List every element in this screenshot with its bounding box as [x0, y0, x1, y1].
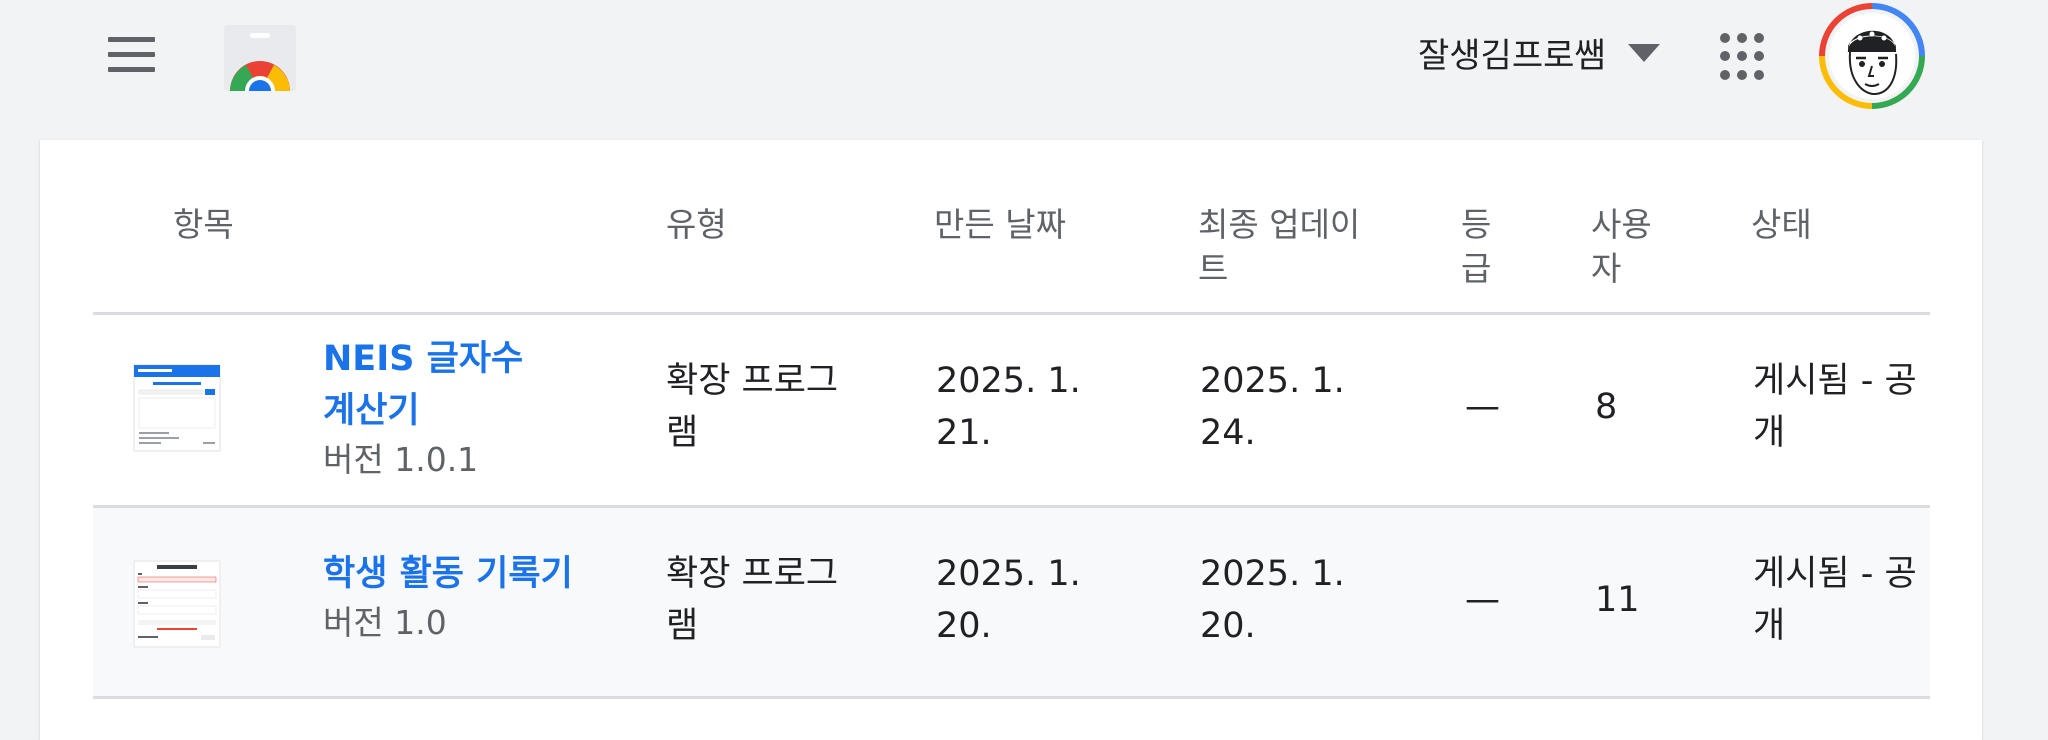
item-version: 버전 1.0.1: [323, 440, 479, 479]
item-name-link[interactable]: NEIS 글자수 계산기: [323, 333, 563, 437]
item-name-cell: 학생 활동 기록기 버전 1.0: [323, 548, 623, 646]
item-rating: —: [1465, 387, 1500, 427]
table-header: 항목 유형 만든 날짜 최종 업데이트 등급 사용자 상태: [93, 140, 1930, 315]
item-thumbnail: [133, 364, 221, 452]
column-header-rating[interactable]: 등급: [1461, 203, 1501, 291]
item-status: 게시됨 - 공개: [1753, 554, 1917, 646]
item-updated-date: 2025. 1. 20.: [1200, 554, 1345, 646]
caret-down-icon: [1627, 44, 1660, 62]
column-header-users[interactable]: 사용자: [1591, 203, 1666, 291]
apps-grid-icon[interactable]: [1720, 33, 1768, 81]
item-updated-date: 2025. 1. 24.: [1200, 361, 1345, 453]
items-card: 항목 유형 만든 날짜 최종 업데이트 등급 사용자 상태 NEIS 글자수 계…: [40, 140, 1982, 740]
table-row[interactable]: NEIS 글자수 계산기 버전 1.0.1 확장 프로그램 2025. 1. 2…: [93, 315, 1930, 508]
hamburger-icon: [108, 37, 155, 42]
item-users: 11: [1595, 580, 1640, 620]
account-name: 잘생김프로쌤: [1418, 35, 1606, 76]
main-menu-button[interactable]: [103, 34, 159, 74]
column-header-updated[interactable]: 최종 업데이트: [1198, 203, 1378, 291]
item-users: 8: [1595, 387, 1618, 427]
item-version: 버전 1.0: [323, 603, 447, 642]
item-name-cell: NEIS 글자수 계산기 버전 1.0.1: [323, 333, 563, 483]
column-header-status[interactable]: 상태: [1751, 203, 1812, 247]
item-created-date: 2025. 1. 21.: [936, 361, 1081, 453]
item-status: 게시됨 - 공개: [1753, 361, 1917, 453]
item-name-link[interactable]: 학생 활동 기록기: [323, 548, 623, 600]
item-rating: —: [1465, 580, 1500, 620]
column-header-item[interactable]: 항목: [173, 203, 234, 247]
account-switcher[interactable]: 잘생김프로쌤: [1418, 26, 1660, 78]
item-type: 확장 프로그램: [666, 554, 839, 646]
item-thumbnail: [133, 560, 221, 648]
chrome-web-store-logo[interactable]: [224, 25, 296, 91]
item-created-date: 2025. 1. 20.: [936, 554, 1081, 646]
column-header-type[interactable]: 유형: [666, 203, 727, 247]
column-header-created[interactable]: 만든 날짜: [934, 203, 1066, 247]
item-type: 확장 프로그램: [666, 361, 839, 453]
table-row[interactable]: 학생 활동 기록기 버전 1.0 확장 프로그램 2025. 1. 20. 20…: [93, 508, 1930, 699]
profile-avatar[interactable]: [1818, 2, 1926, 110]
